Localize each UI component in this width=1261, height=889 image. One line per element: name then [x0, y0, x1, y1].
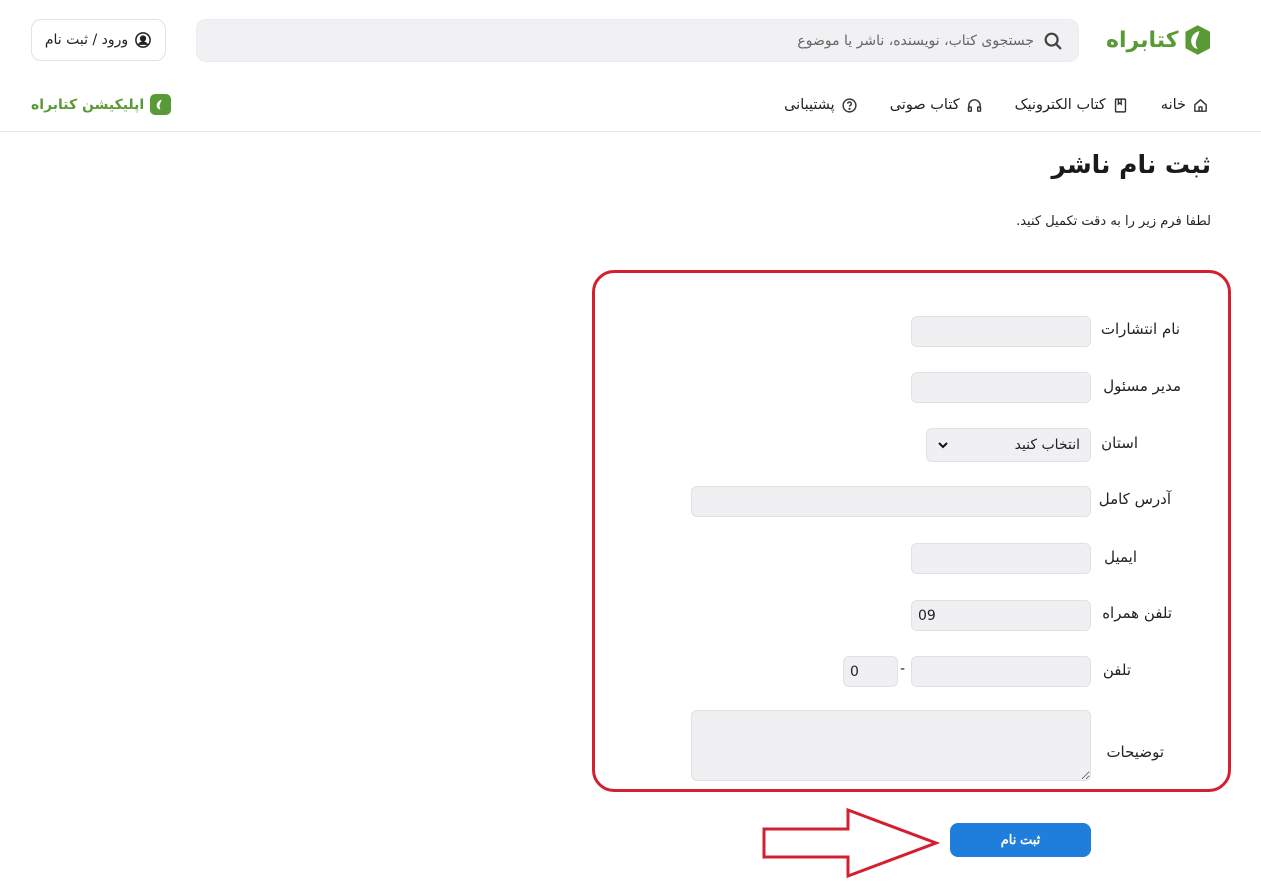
nav-item-audiobook[interactable]: کتاب صوتی	[890, 97, 983, 114]
nav-label: پشتیبانی	[784, 97, 835, 113]
province-selected-value: انتخاب کنید	[1014, 437, 1080, 453]
nav-item-home[interactable]: خانه	[1161, 97, 1209, 114]
address-input[interactable]	[691, 486, 1091, 517]
search-icon	[1044, 32, 1062, 49]
arrow-right-icon	[762, 807, 940, 879]
headphones-icon	[967, 98, 981, 112]
home-icon	[1194, 98, 1207, 112]
phone-area-code-input[interactable]	[843, 656, 898, 687]
manager-label: مدیر مسئول	[1103, 377, 1181, 395]
province-label: استان	[1101, 434, 1138, 452]
chevron-down-icon	[938, 442, 948, 449]
nav-label: کتاب الکترونیک	[1014, 97, 1106, 113]
ketabrah-logo-icon	[1184, 25, 1210, 55]
search-input[interactable]	[197, 20, 1034, 61]
description-label: توضیحات	[1106, 743, 1164, 761]
site-logo[interactable]: کتابراه	[1106, 18, 1212, 62]
login-register-button[interactable]: ورود / ثبت نام	[31, 19, 166, 61]
main-nav: خانه کتاب الکترونیک کتاب صوتی پشتیبانی	[784, 90, 1209, 120]
login-label: ورود / ثبت نام	[44, 32, 129, 48]
mobile-input[interactable]	[911, 600, 1091, 631]
phone-label: تلفن	[1102, 661, 1131, 679]
phone-number-input[interactable]	[911, 656, 1091, 687]
search-bar[interactable]	[196, 19, 1079, 62]
nav-label: خانه	[1160, 97, 1186, 113]
email-label: ایمیل	[1104, 548, 1137, 566]
logo-text: کتابراه	[1106, 27, 1179, 53]
header-divider	[0, 131, 1261, 132]
province-select[interactable]: انتخاب کنید	[926, 428, 1091, 462]
nav-label: کتاب صوتی	[889, 97, 960, 113]
address-label: آدرس کامل	[1098, 490, 1171, 508]
user-circle-icon	[135, 32, 152, 48]
app-download-link[interactable]: اپلیکیشن کتابراه	[31, 94, 172, 115]
mobile-label: تلفن همراه	[1102, 604, 1172, 622]
description-textarea[interactable]	[691, 710, 1091, 781]
nav-item-support[interactable]: پشتیبانی	[784, 97, 858, 114]
help-circle-icon	[842, 97, 857, 113]
email-input[interactable]	[911, 543, 1091, 574]
manager-input[interactable]	[911, 372, 1091, 403]
submit-button[interactable]: ثبت نام	[950, 823, 1091, 857]
book-icon	[1114, 97, 1126, 113]
page-title: ثبت نام ناشر	[1051, 150, 1211, 179]
app-link-label: اپلیکیشن کتابراه	[31, 96, 145, 113]
publisher-name-input[interactable]	[911, 316, 1091, 347]
page-subtitle: لطفا فرم زیر را به دقت تکمیل کنید.	[1016, 214, 1211, 229]
nav-item-ebook[interactable]: کتاب الکترونیک	[1015, 97, 1129, 114]
publisher-name-label: نام انتشارات	[1100, 320, 1180, 338]
app-icon	[150, 94, 172, 115]
phone-separator: -	[900, 661, 906, 677]
